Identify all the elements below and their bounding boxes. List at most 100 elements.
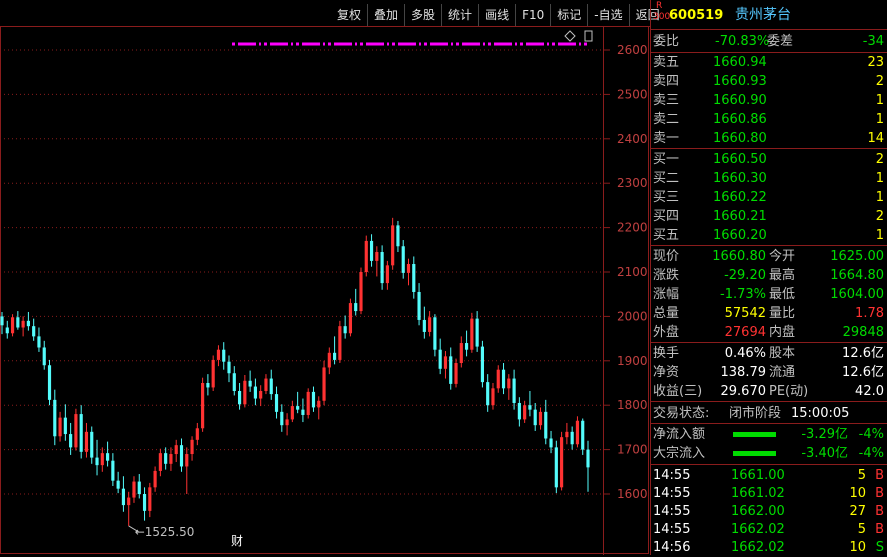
candle-body-47 (248, 380, 252, 387)
candle-body-51 (269, 378, 273, 395)
toolbar-button-2[interactable]: 多股 (404, 4, 441, 26)
tick-side: B (875, 504, 884, 519)
candle-body-105 (554, 447, 558, 488)
bid-price: 1660.50 (713, 152, 767, 167)
quote-value-right: 1625.00 (830, 249, 884, 264)
tick-side: B (875, 486, 884, 501)
tick-volume: 10 (849, 540, 866, 555)
quote-label-right: 量比 (769, 306, 796, 321)
candle-body-48 (253, 386, 257, 399)
candle-body-34 (179, 445, 184, 467)
candle-body-32 (169, 454, 173, 464)
toolbar-button-4[interactable]: 画线 (478, 4, 515, 26)
stats-label-left: 换手 (653, 346, 680, 361)
bid-label: 买二 (653, 171, 680, 186)
candle-body-81 (428, 317, 432, 332)
candle-body-37 (195, 428, 199, 440)
tick-side: B (875, 468, 884, 483)
y-tick-label-2500: 2500 (617, 87, 648, 101)
tick-row-4: 14:56 1662.02 10 S (651, 538, 887, 557)
candle-body-21 (111, 460, 115, 481)
candle-body-101 (533, 409, 537, 426)
ask-label: 卖一 (653, 131, 680, 146)
toolbar-button-0[interactable]: 复权 (331, 4, 367, 26)
stats-value-right: 42.0 (855, 384, 884, 399)
quote-row-4: 外盘 27694 内盘 29848 (651, 323, 887, 342)
finance-event-marker[interactable]: 财 (231, 532, 243, 549)
toolbar-button-3[interactable]: 统计 (441, 4, 478, 26)
quote-value-right: 1604.00 (830, 287, 884, 302)
ask-volume: 1 (875, 112, 884, 127)
stats-row-1: 净资 138.79 流通 12.6亿 (651, 363, 887, 382)
candle-body-7 (37, 336, 41, 348)
candle-body-41 (216, 349, 221, 360)
quote-label-left: 外盘 (653, 325, 680, 340)
candlestick-chart: 1600 1700 1800 1900 2000 2100 2200 2300 2400 2500… (0, 26, 650, 555)
tick-price: 1661.02 (731, 486, 785, 501)
y-tick-label-2200: 2200 (617, 221, 648, 235)
chart-toolbar: 复权 叠加 多股 统计 画线 F10 标记 -自选 返回 (331, 4, 666, 26)
toolbar-button-1[interactable]: 叠加 (367, 4, 404, 26)
candle-body-49 (259, 390, 263, 399)
kline-chart-area[interactable]: 1600 1700 1800 1900 2000 2100 2200 2300 2400 2500… (0, 0, 660, 555)
toolbar-button-5[interactable]: F10 (515, 4, 550, 26)
ask-price: 1660.94 (713, 55, 767, 70)
ask-level-5: 卖五 1660.94 23 (651, 53, 887, 72)
tick-time: 14:55 (653, 522, 691, 537)
candle-body-31 (164, 453, 168, 464)
stats-row-0: 换手 0.46% 股本 12.6亿 (651, 344, 887, 363)
quote-row-0: 现价 1660.80 今开 1625.00 (651, 247, 887, 266)
toolbar-button-7[interactable]: -自选 (587, 4, 628, 26)
bid-price: 1660.22 (713, 190, 767, 205)
quote-value-left: 1660.80 (712, 249, 766, 264)
bid-level-5: 买五 1660.20 1 (651, 226, 887, 245)
candle-body-63 (333, 352, 337, 360)
tick-row-1: 14:55 1661.02 10 B (651, 484, 887, 503)
candle-body-12 (63, 417, 67, 435)
candle-body-58 (306, 391, 310, 415)
quote-value-right: 29848 (842, 325, 884, 340)
candle-body-60 (317, 400, 321, 408)
y-tick-label-2600: 2600 (617, 43, 648, 57)
candle-body-27 (142, 494, 147, 511)
stats-label-right: PE(动) (769, 384, 809, 399)
candle-body-53 (280, 411, 284, 426)
book-separator (651, 148, 887, 149)
tick-price: 1662.02 (731, 522, 785, 537)
chart-border (0, 26, 649, 554)
candle-body-77 (406, 264, 411, 273)
tick-side: S (875, 540, 884, 555)
ask-volume: 14 (867, 131, 884, 146)
candle-body-73 (385, 265, 389, 284)
candle-body-75 (396, 225, 400, 247)
flow-label: 大宗流入 (653, 446, 706, 461)
toolbar-button-6[interactable]: 标记 (550, 4, 587, 26)
candle-body-62 (327, 352, 331, 368)
quote-value-left: -29.20 (724, 268, 766, 283)
committee-ratio-label: 委比 (653, 34, 680, 49)
candle-body-67 (354, 303, 358, 312)
flow-bar (733, 451, 776, 456)
tick-row-0: 14:55 1661.00 5 B (651, 466, 887, 485)
candle-body-24 (127, 497, 131, 506)
flow-percent: -4% (858, 446, 884, 461)
flow-bar (733, 432, 776, 437)
stats-value-right: 12.6亿 (842, 365, 884, 380)
ask-level-4: 卖四 1660.93 2 (651, 72, 887, 91)
candle-body-98 (517, 402, 521, 420)
bid-volume: 1 (875, 190, 884, 205)
stats-label-right: 股本 (769, 346, 796, 361)
flow-value: -3.29亿 (801, 427, 848, 442)
ask-label: 卖五 (653, 55, 680, 70)
bid-label: 买一 (653, 152, 680, 167)
candle-body-44 (232, 373, 236, 391)
quote-separator (651, 342, 887, 343)
candle-body-23 (121, 488, 126, 506)
candle-body-90 (475, 318, 479, 347)
candle-body-45 (237, 390, 242, 405)
tick-time: 14:55 (653, 504, 691, 519)
candle-body-92 (486, 382, 490, 406)
ask-volume: 2 (875, 74, 884, 89)
candle-body-103 (544, 411, 548, 439)
stats-label-right: 流通 (769, 365, 796, 380)
